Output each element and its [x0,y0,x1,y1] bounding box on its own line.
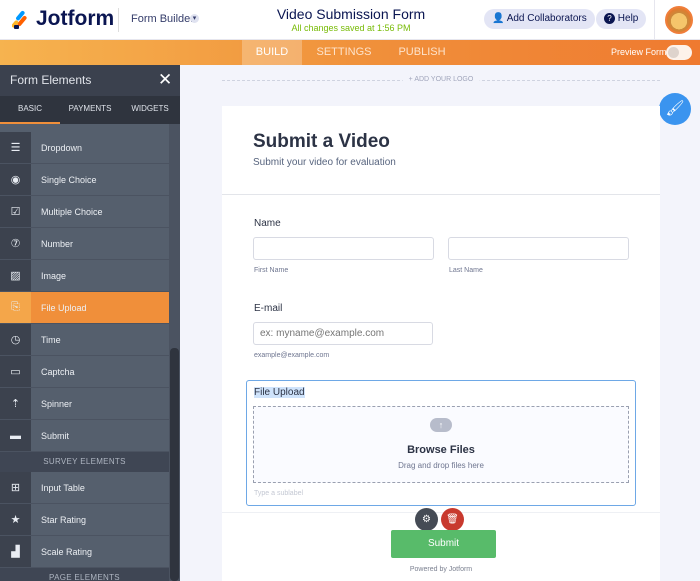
sidebar-item-label: Star Rating [41,514,87,525]
file-upload-label[interactable]: File Upload [254,387,305,398]
sidebar-item-label: File Upload [41,302,87,313]
clock-icon: ◷ [0,324,31,355]
sublabel-input[interactable]: Type a sublabel [254,490,303,497]
sidebar-item-star-rating[interactable]: ★ Star Rating [0,504,169,536]
form-heading[interactable]: Submit a Video [253,131,390,153]
browse-files[interactable]: Browse Files [253,444,629,456]
divider [222,194,660,195]
element-list: ☰ Dropdown ◉ Single Choice ☑ Multiple Choice ⑦… [0,124,169,581]
divider [222,512,660,513]
preview-form-label: Preview Form [611,47,667,57]
radio-icon: ◉ [0,164,31,195]
tab-settings[interactable]: SETTINGS [306,40,382,65]
preview-form-toggle[interactable] [666,45,692,60]
star-icon: ★ [0,504,31,535]
gear-icon[interactable]: ⚙ [415,508,438,531]
first-name-input[interactable] [253,237,434,260]
form-builder-menu[interactable]: Form Builder [131,13,194,25]
jotform-logo-icon [12,10,27,29]
sidebar-item-file-upload[interactable]: ⎘ File Upload [0,292,169,324]
sidebar-item-label: Input Table [41,482,85,493]
tab-basic[interactable]: BASIC [0,96,60,124]
sidebar-item-image[interactable]: ▨ Image [0,260,169,292]
divider [654,0,655,40]
powered-by[interactable]: Powered by Jotform [222,566,660,573]
add-collaborators-button[interactable]: 👤 Add Collaborators [484,9,595,29]
save-status: All changes saved at 1:56 PM [291,23,411,33]
sidebar-item-multiple-choice[interactable]: ☑ Multiple Choice [0,196,169,228]
sidebar-item-label: Dropdown [41,142,83,153]
close-icon[interactable]: ✕ [158,70,172,90]
table-icon: ⊞ [0,472,31,503]
sidebar-item-captcha[interactable]: ▭ Captcha [0,356,169,388]
sidebar-item-label: Time [41,334,61,345]
sidebar-item-label: Spinner [41,398,73,409]
help-icon: ? [604,13,615,24]
sidebar-item-scale-rating[interactable]: ▟ Scale Rating [0,536,169,568]
section-header: PAGE ELEMENTS [0,568,169,581]
dropdown-icon: ☰ [0,132,31,163]
add-logo-area[interactable]: + ADD YOUR LOGO [222,76,660,83]
user-icon: 👤 [492,13,505,24]
sidebar-item-label: Scale Rating [41,546,93,557]
sidebar-item-number[interactable]: ⑦ Number [0,228,169,260]
email-sublabel: example@example.com [254,352,330,359]
bar-chart-icon: ▟ [0,536,31,567]
submit-button[interactable]: Submit [391,530,496,558]
tab-widgets[interactable]: WIDGETS [120,96,180,124]
section-header: SURVEY ELEMENTS [0,452,169,472]
trash-icon[interactable]: 🗑 [441,508,464,531]
panel-tabs: BASIC PAYMENTS WIDGETS [0,96,180,124]
divider [118,8,119,32]
sidebar-item-label: Captcha [41,366,75,377]
send-icon: ▬ [0,420,31,451]
sidebar-item-submit[interactable]: ▬ Submit [0,420,169,452]
help-label: Help [617,13,639,24]
tab-payments[interactable]: PAYMENTS [60,96,120,124]
name-label[interactable]: Name [254,218,281,229]
tab-publish[interactable]: PUBLISH [390,40,454,65]
first-name-sublabel: First Name [254,267,289,274]
sidebar-item-input-table[interactable]: ⊞ Input Table [0,472,169,504]
sidebar-item-label: Submit [41,430,70,441]
email-input[interactable] [253,322,433,345]
drag-drop-text: Drag and drop files here [398,461,484,470]
scrollbar-thumb[interactable] [170,348,179,581]
sidebar-item-single-choice[interactable]: ◉ Single Choice [0,164,169,196]
avatar[interactable] [665,6,693,34]
spinner-icon: ⇡ [0,388,31,419]
sidebar-item-label: Image [41,270,67,281]
captcha-icon: ▭ [0,356,31,387]
chevron-down-icon[interactable]: ▾ [190,14,199,23]
checkbox-icon: ☑ [0,196,31,227]
number-icon: ⑦ [0,228,31,259]
image-icon: ▨ [0,260,31,291]
sidebar-item-dropdown[interactable]: ☰ Dropdown [0,132,169,164]
logo-text[interactable]: Jotform [36,7,114,31]
file-upload-icon: ⎘ [0,292,31,323]
cloud-upload-icon: ↑ [430,418,452,432]
panel-title: Form Elements [0,65,180,96]
last-name-input[interactable] [448,237,629,260]
help-button[interactable]: ? Help [596,9,647,29]
sidebar-item-label: Multiple Choice [41,206,103,217]
sidebar-item-label: Number [41,238,74,249]
add-logo-label[interactable]: + ADD YOUR LOGO [402,76,480,83]
email-label[interactable]: E-mail [254,303,282,314]
form-subheading[interactable]: Submit your video for evaluation [253,157,396,168]
add-collaborators-label: Add Collaborators [506,13,587,24]
tab-build[interactable]: BUILD [242,40,302,65]
form-title[interactable]: Video Submission Form [250,6,452,22]
sidebar-item-label: Single Choice [41,174,97,185]
last-name-sublabel: Last Name [449,267,483,274]
sidebar-item-time[interactable]: ◷ Time [0,324,169,356]
form-designer-paint-icon[interactable]: 🖌 [659,93,691,125]
sidebar-item-spinner[interactable]: ⇡ Spinner [0,388,169,420]
